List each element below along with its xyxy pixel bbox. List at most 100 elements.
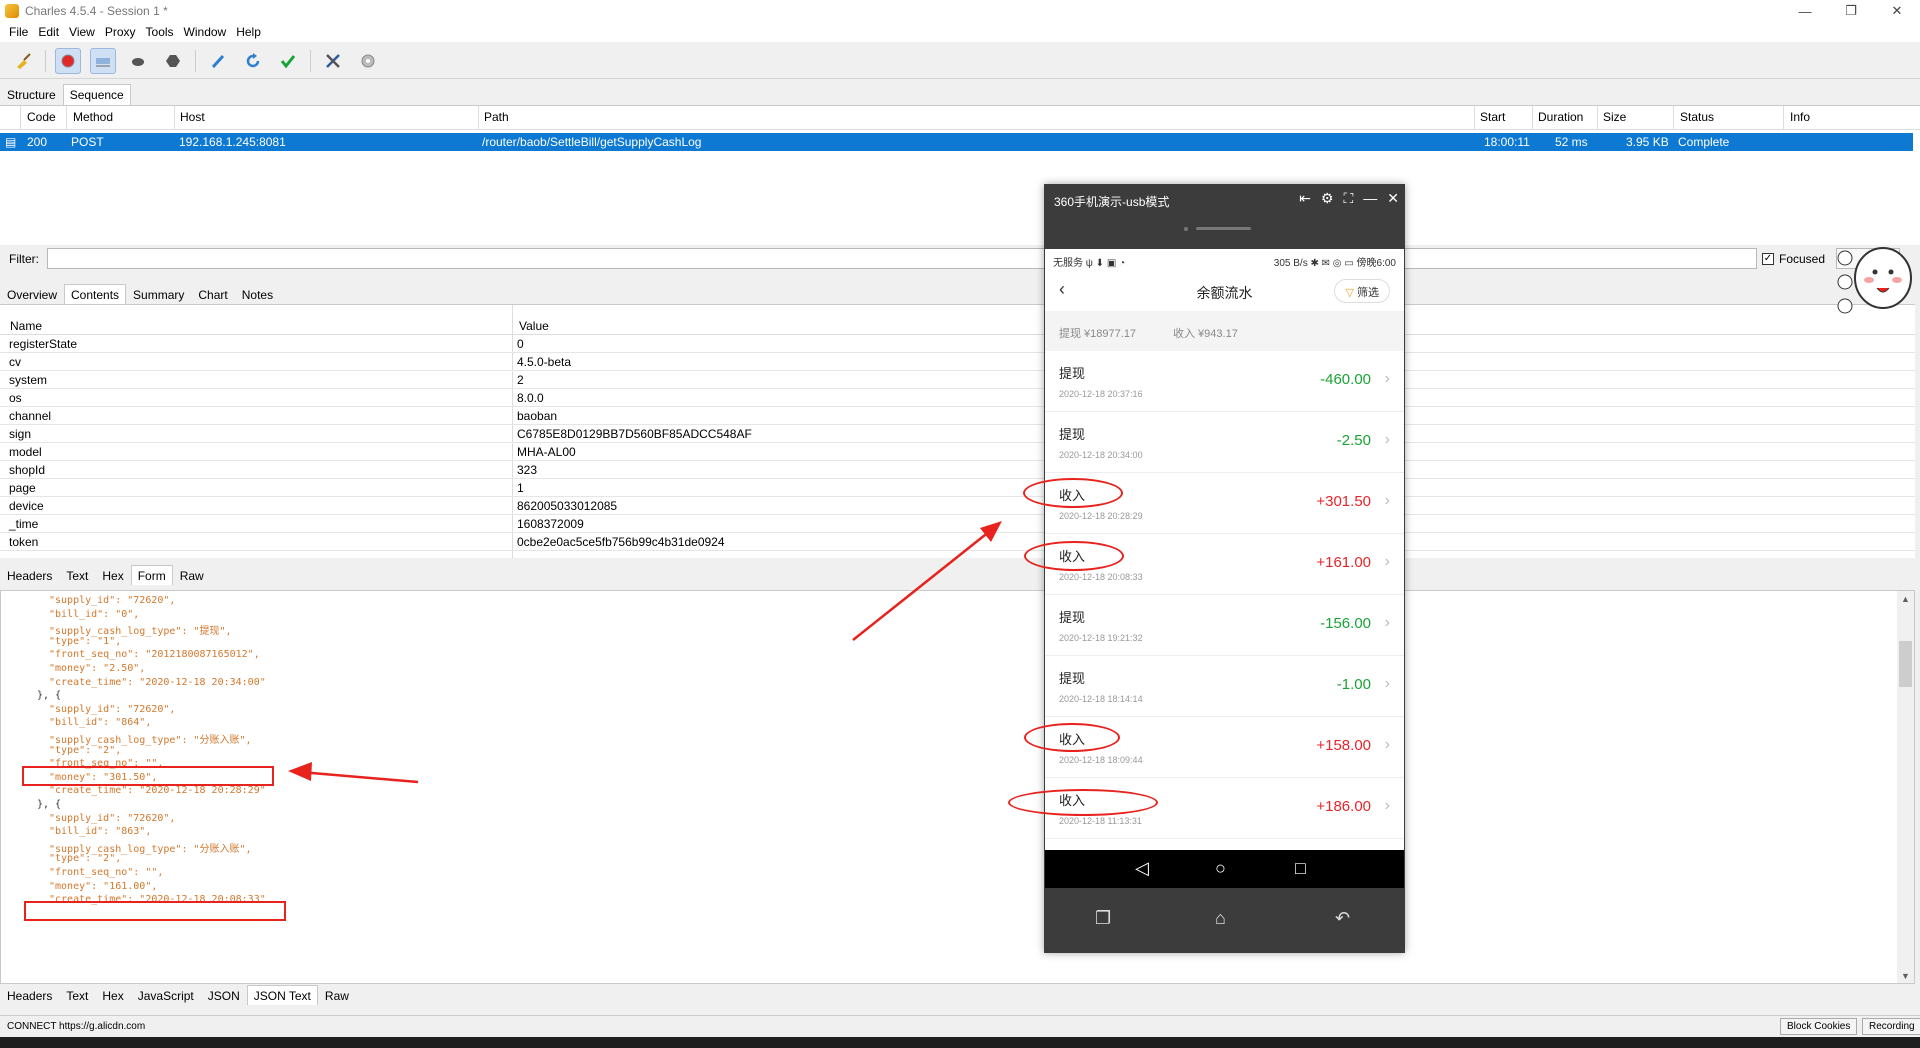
col-path[interactable]: Path bbox=[484, 110, 509, 124]
tools-icon[interactable] bbox=[320, 48, 346, 74]
tab-headers[interactable]: Headers bbox=[0, 985, 59, 1005]
table-row[interactable]: cv 4.5.0-beta bbox=[0, 353, 1915, 371]
transaction-amount: +301.50 bbox=[1316, 493, 1371, 510]
transaction-item[interactable]: 提现 2020-12-18 20:37:16 -460.00 › bbox=[1045, 351, 1404, 412]
tab-json[interactable]: JSON bbox=[201, 985, 247, 1005]
table-row[interactable]: system 2 bbox=[0, 371, 1915, 389]
pen-icon[interactable] bbox=[205, 48, 231, 74]
home-icon[interactable]: ⌂ bbox=[1215, 908, 1226, 929]
turtle-icon[interactable] bbox=[125, 48, 151, 74]
col-host[interactable]: Host bbox=[180, 110, 205, 124]
sequence-table-header: Code Method Host Path Start Duration Siz… bbox=[0, 106, 1920, 130]
tab-raw[interactable]: Raw bbox=[318, 985, 356, 1005]
scroll-thumb[interactable] bbox=[1899, 641, 1912, 687]
col-start[interactable]: Start bbox=[1480, 110, 1505, 124]
multitask-icon[interactable]: ❐ bbox=[1095, 908, 1111, 929]
tab-text[interactable]: Text bbox=[59, 985, 95, 1005]
table-row[interactable]: device 862005033012085 bbox=[0, 497, 1915, 515]
table-row[interactable]: channel baoban bbox=[0, 407, 1915, 425]
table-row[interactable]: shopId 323 bbox=[0, 461, 1915, 479]
status-left: 无服务 ψ ⬇ ▣ ◔ bbox=[1053, 258, 1126, 269]
menu-window[interactable]: Window bbox=[179, 25, 232, 39]
col-status[interactable]: Status bbox=[1680, 110, 1714, 124]
col-name[interactable]: Name bbox=[10, 319, 42, 333]
transaction-item[interactable]: 提现 2020-12-18 20:34:00 -2.50 › bbox=[1045, 412, 1404, 473]
close-icon[interactable]: ✕ bbox=[1387, 190, 1399, 207]
param-value: MHA-AL00 bbox=[517, 445, 576, 459]
table-row[interactable]: page 1 bbox=[0, 479, 1915, 497]
pin-icon[interactable]: ⇤ bbox=[1299, 190, 1311, 207]
col-method[interactable]: Method bbox=[73, 110, 113, 124]
col-code[interactable]: Code bbox=[27, 110, 56, 124]
menu-proxy[interactable]: Proxy bbox=[100, 25, 141, 39]
table-row[interactable]: token 0cbe2e0ac5ce5fb756b99c4b31de0924 bbox=[0, 533, 1915, 551]
tab-notes[interactable]: Notes bbox=[235, 284, 280, 304]
transaction-item[interactable]: 提现 2020-12-18 19:21:32 -156.00 › bbox=[1045, 595, 1404, 656]
tab-hex[interactable]: Hex bbox=[95, 985, 130, 1005]
tab-contents[interactable]: Contents bbox=[64, 284, 127, 304]
col-value[interactable]: Value bbox=[519, 319, 549, 333]
tab-summary[interactable]: Summary bbox=[126, 284, 191, 304]
menu-bar: File Edit View Proxy Tools Window Help bbox=[0, 22, 1920, 42]
table-row[interactable]: model MHA-AL00 bbox=[0, 443, 1915, 461]
focused-checkbox[interactable]: ✓ bbox=[1762, 253, 1774, 265]
tab-raw[interactable]: Raw bbox=[173, 565, 211, 585]
table-row[interactable]: registerState 0 bbox=[0, 335, 1915, 353]
return-icon[interactable]: ↶ bbox=[1335, 908, 1350, 929]
annotation-ellipse bbox=[1024, 723, 1120, 752]
close-window-button[interactable]: ✕ bbox=[1874, 0, 1920, 22]
filter-button[interactable]: ▽ 筛选 bbox=[1334, 279, 1390, 303]
checkmark-icon[interactable] bbox=[275, 48, 301, 74]
stop-hexagon-icon[interactable] bbox=[160, 48, 186, 74]
tab-json-text[interactable]: JSON Text bbox=[246, 985, 318, 1005]
record-icon[interactable] bbox=[55, 47, 81, 74]
gear-icon[interactable]: ⚙ bbox=[1321, 190, 1334, 207]
param-value: baoban bbox=[517, 409, 558, 423]
table-row[interactable]: ▤ 200 POST 192.168.1.245:8081 /router/ba… bbox=[0, 133, 1913, 151]
block-cookies-button[interactable]: Block Cookies bbox=[1780, 1018, 1858, 1035]
annotation-ellipse bbox=[1008, 789, 1158, 816]
tab-javascript[interactable]: JavaScript bbox=[131, 985, 201, 1005]
menu-view[interactable]: View bbox=[64, 25, 100, 39]
scroll-down-icon[interactable]: ▼ bbox=[1897, 968, 1914, 983]
recording-button[interactable]: Recording bbox=[1862, 1018, 1920, 1035]
col-duration[interactable]: Duration bbox=[1538, 110, 1583, 124]
recents-square-icon[interactable]: □ bbox=[1295, 858, 1306, 879]
tab-structure[interactable]: Structure bbox=[0, 84, 63, 105]
chevron-right-icon: › bbox=[1384, 492, 1390, 509]
tab-chart[interactable]: Chart bbox=[191, 284, 234, 304]
json-line: }, { bbox=[37, 690, 62, 702]
filter-input[interactable] bbox=[47, 248, 1757, 269]
throttle-icon[interactable] bbox=[90, 47, 116, 74]
transaction-amount: +158.00 bbox=[1316, 737, 1371, 754]
table-row[interactable]: _time 1608372009 bbox=[0, 515, 1915, 533]
menu-help[interactable]: Help bbox=[231, 25, 266, 39]
broom-icon[interactable] bbox=[10, 48, 36, 74]
tab-form[interactable]: Form bbox=[130, 565, 173, 585]
json-response-panel[interactable]: "supply_id": "72620", "bill_id": "0", "sup… bbox=[0, 590, 1915, 984]
menu-tools[interactable]: Tools bbox=[141, 25, 179, 39]
tab-sequence[interactable]: Sequence bbox=[62, 84, 131, 105]
minimize-button[interactable]: — bbox=[1782, 0, 1828, 22]
col-info[interactable]: Info bbox=[1790, 110, 1810, 124]
minimize-icon[interactable]: — bbox=[1363, 190, 1377, 207]
tab-headers[interactable]: Headers bbox=[0, 565, 59, 585]
settings-gear-icon[interactable] bbox=[355, 48, 381, 74]
menu-edit[interactable]: Edit bbox=[33, 25, 64, 39]
tab-hex[interactable]: Hex bbox=[95, 565, 130, 585]
tab-overview[interactable]: Overview bbox=[0, 284, 64, 304]
fullscreen-icon[interactable]: ⛶ bbox=[1343, 190, 1353, 207]
table-row[interactable]: sign C6785E8D0129BB7D560BF85ADCC548AF bbox=[0, 425, 1915, 443]
back-triangle-icon[interactable]: ◁ bbox=[1135, 858, 1149, 879]
restore-button[interactable]: ❐ bbox=[1828, 0, 1874, 22]
scroll-up-icon[interactable]: ▲ bbox=[1897, 591, 1914, 608]
table-row[interactable]: os 8.0.0 bbox=[0, 389, 1915, 407]
tab-text[interactable]: Text bbox=[59, 565, 95, 585]
refresh-icon[interactable] bbox=[240, 48, 266, 74]
title-bar: Charles 4.5.4 - Session 1 * — ❐ ✕ bbox=[0, 0, 1920, 22]
menu-file[interactable]: File bbox=[4, 25, 33, 39]
home-circle-icon[interactable]: ○ bbox=[1215, 858, 1226, 879]
col-size[interactable]: Size bbox=[1603, 110, 1626, 124]
vertical-scrollbar[interactable]: ▲ ▼ bbox=[1897, 591, 1914, 983]
transaction-item[interactable]: 提现 2020-12-18 18:14:14 -1.00 › bbox=[1045, 656, 1404, 717]
